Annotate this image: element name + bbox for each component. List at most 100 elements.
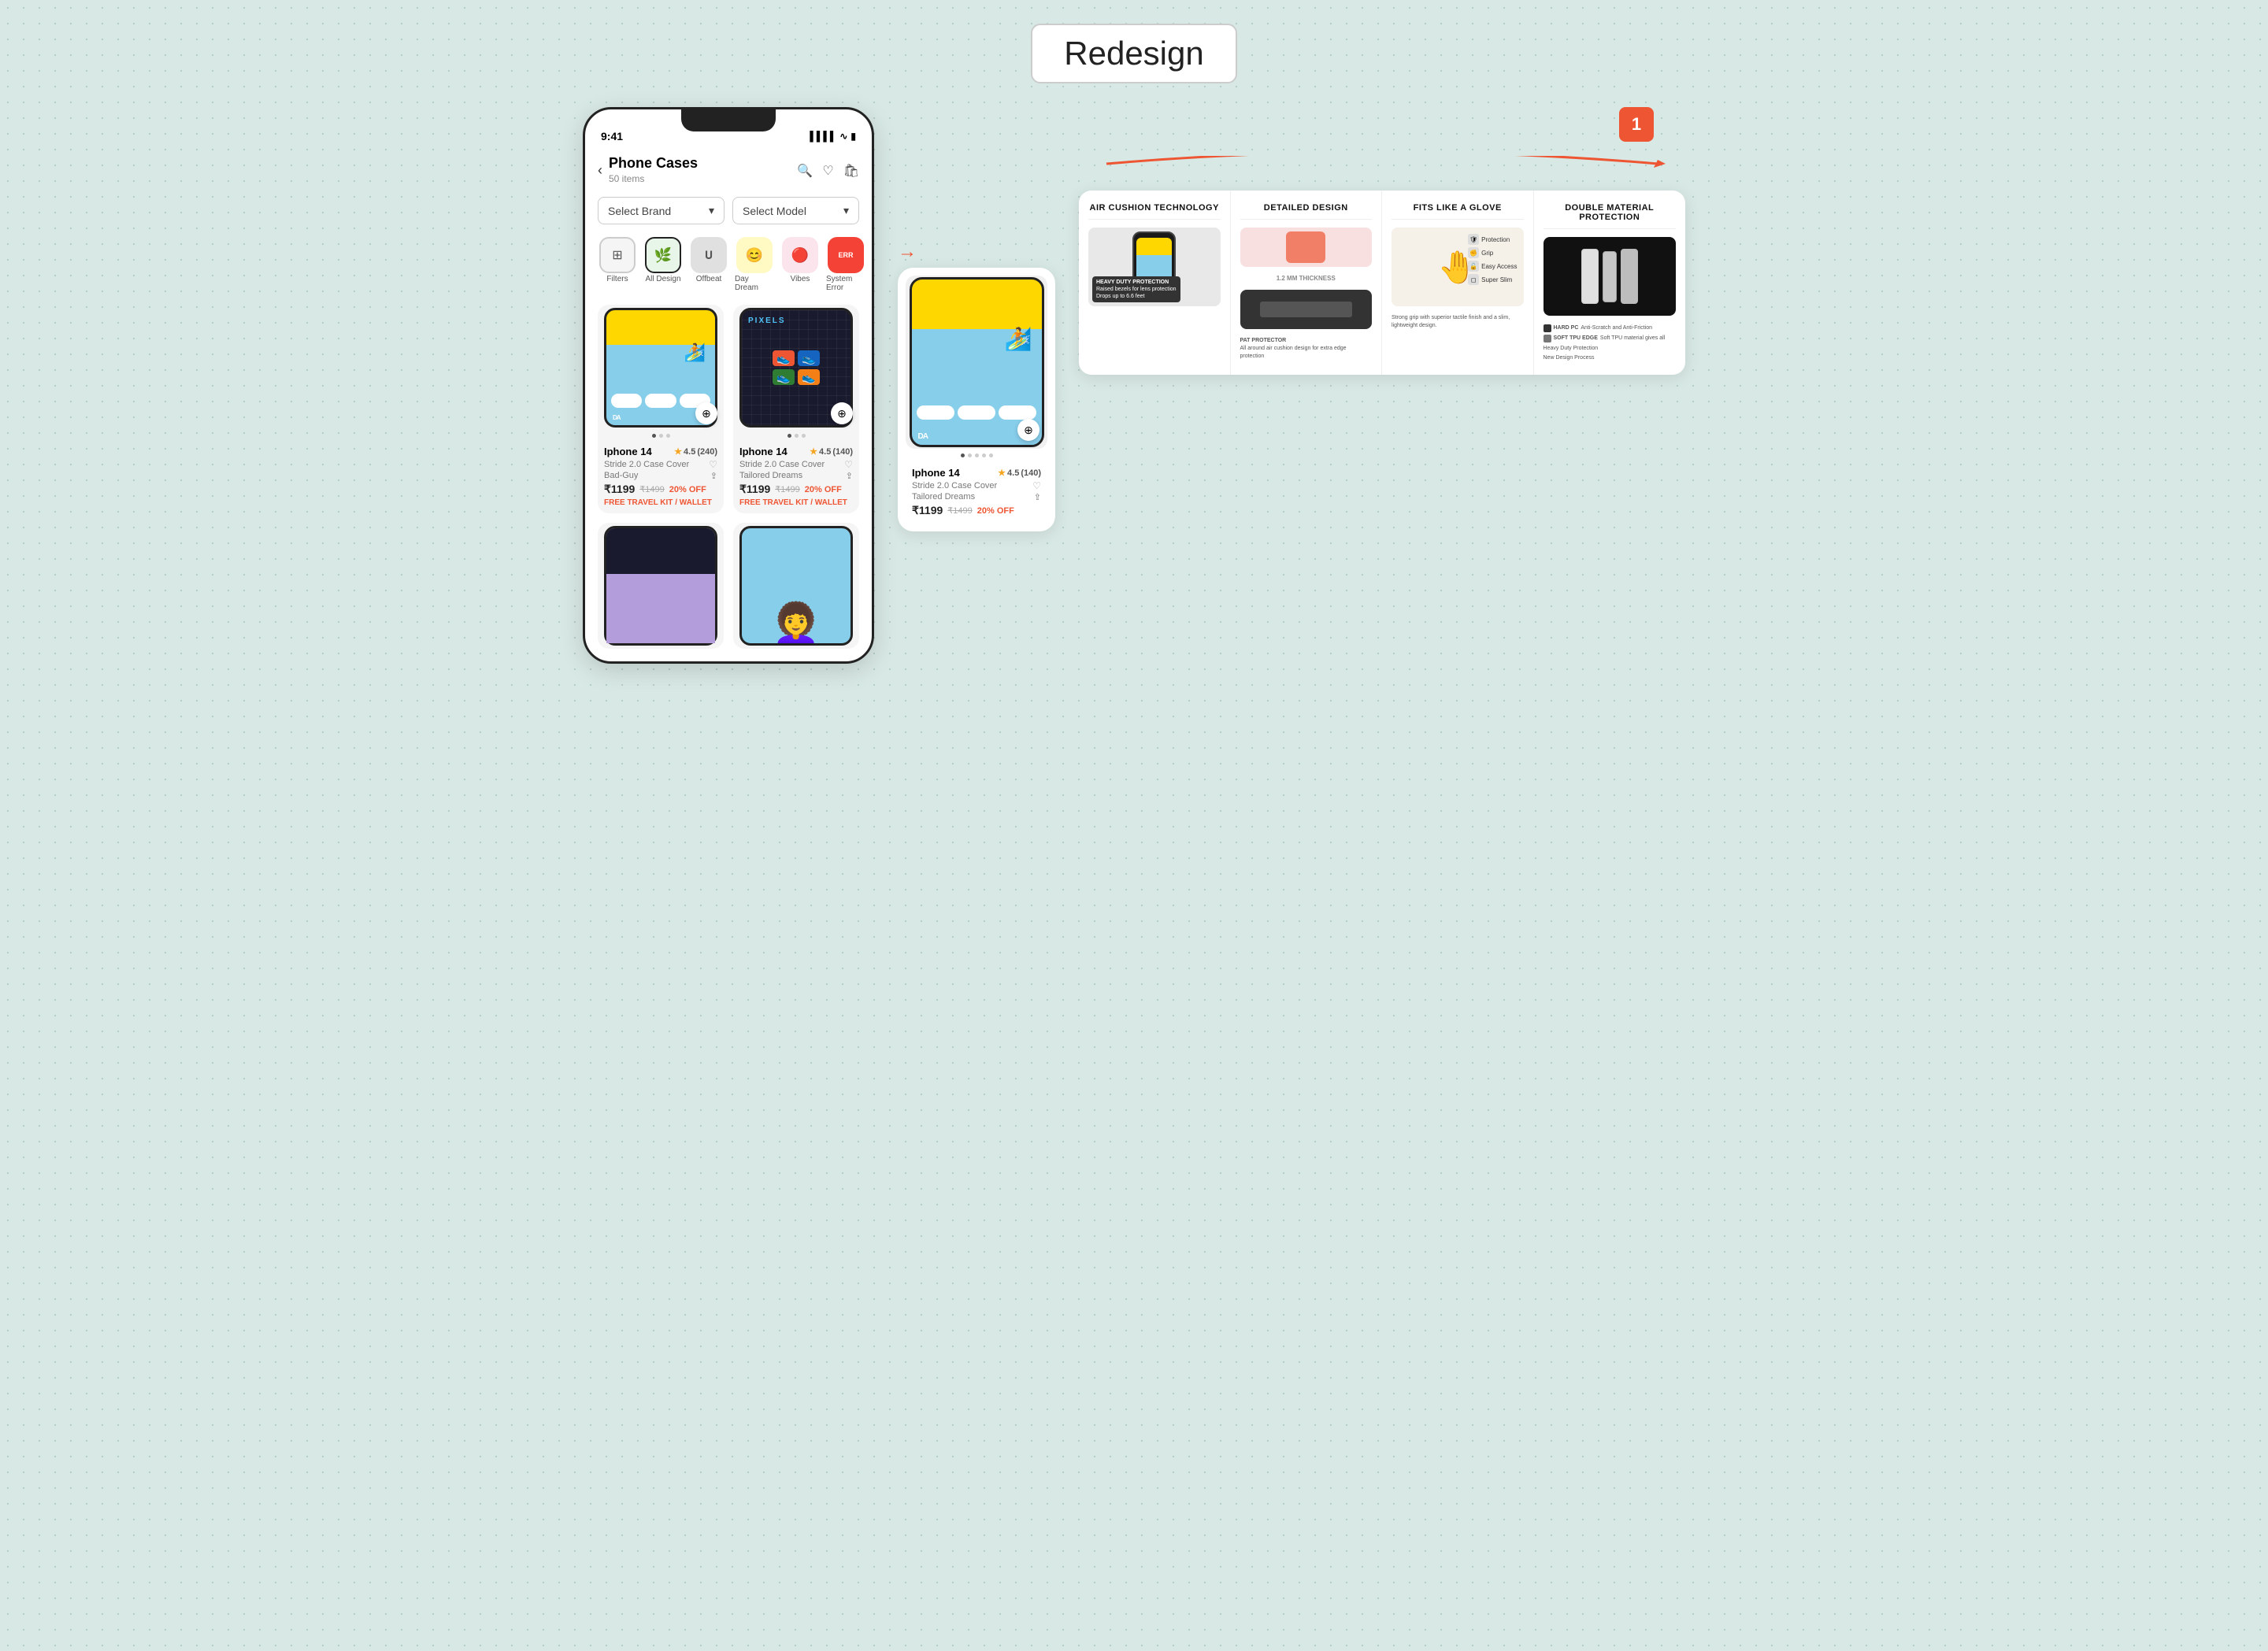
price-off-1: 20% OFF [669, 485, 706, 494]
feature-material-heading: DOUBLE MATERIAL PROTECTION [1544, 203, 1677, 229]
zoom-icon-1: ⊕ [702, 407, 711, 420]
grip-label: Grip [1481, 250, 1493, 257]
system-icon: ERR [838, 251, 853, 259]
selected-rating-value: 4.5 [1007, 468, 1019, 478]
product-card-2[interactable]: PIXELS 👟 👟 👟 👟 [733, 305, 859, 513]
heart-icon-2[interactable]: ♡ [844, 459, 853, 470]
page-title: Redesign [1064, 35, 1203, 72]
feat-grip: ✊ Grip [1468, 247, 1517, 258]
page-wrapper: Redesign 9:41 ▌▌▌▌ ∿ ▮ ‹ [24, 24, 2244, 664]
back-button[interactable]: ‹ [598, 162, 602, 179]
shoe-1: 👟 [773, 350, 795, 366]
price-orig-2: ₹1499 [775, 484, 799, 494]
feature-detailed-image2 [1240, 290, 1373, 329]
dot-indicators-2 [733, 431, 859, 441]
brand-name-1: Bad-Guy [604, 471, 638, 480]
selected-price: ₹1199 [912, 504, 943, 517]
product-card-3[interactable] [598, 523, 724, 649]
feat-air-detail2: Drops up to 6.6 feet [1096, 293, 1177, 300]
phone-header: ‹ Phone Cases 50 items 🔍 ♡ 🛍 [585, 147, 872, 191]
brand-chevron-icon: ▾ [709, 204, 714, 217]
header-action-icons: 🔍 ♡ 🛍 [797, 163, 859, 179]
feat-detail-img [1240, 228, 1373, 267]
feat-air-desc: HEAVY DUTY PROTECTION Raised bezels for … [1092, 276, 1180, 302]
filter-chip-vibes[interactable]: 🔴 Vibes [780, 237, 820, 292]
shoe-icon-2: 👟 [802, 352, 815, 365]
sel-dot-5 [989, 453, 993, 457]
phone-notch [681, 109, 776, 131]
filter-chips: ⊞ Filters 🌿 All Design 𝐔 Offbeat [585, 231, 872, 298]
layer-2 [1603, 251, 1617, 302]
zoom-button-2[interactable]: ⊕ [831, 402, 853, 424]
product-rating-1: ★ 4.5 (240) [674, 446, 717, 457]
protection-label: Protection [1481, 236, 1510, 243]
price-main-1: ₹1199 [604, 483, 635, 496]
filter-chip-filters[interactable]: ⊞ Filters [598, 237, 637, 292]
selected-rating: ★ 4.5 (140) [998, 468, 1041, 478]
selected-share-icon[interactable]: ⇪ [1034, 492, 1041, 502]
heart-icon-1[interactable]: ♡ [709, 459, 717, 470]
dot-1-3 [666, 434, 670, 438]
filter-chip-daydream[interactable]: 😊 Day Dream [735, 237, 774, 292]
wishlist-icon[interactable]: ♡ [822, 163, 833, 179]
dot-1-active [652, 434, 656, 438]
selected-da-logo: DA [918, 432, 928, 441]
filter-chip-all-design[interactable]: 🌿 All Design [643, 237, 683, 292]
selected-figure: 🏄 [1005, 326, 1032, 352]
selected-case-name: Stride 2.0 Case Cover [912, 481, 997, 490]
feature-fits-glove: FITS LIKE A GLOVE 🤚 🛡 Protection [1382, 191, 1534, 375]
share-icon-2[interactable]: ⇪ [846, 471, 853, 481]
rating-value-1: 4.5 [684, 447, 695, 457]
product-image-area-1: 🏄 DA ⊕ [598, 305, 724, 431]
time-display: 9:41 [601, 130, 623, 143]
feat-detail-shape [1286, 231, 1325, 263]
case-image-purple [604, 526, 717, 646]
protection-icon: 🛡 [1468, 234, 1479, 245]
feat-glove-desc: Strong grip with superior tactile finish… [1392, 314, 1524, 330]
filter-chip-offbeat[interactable]: 𝐔 Offbeat [689, 237, 728, 292]
star-icon-1: ★ [674, 446, 682, 457]
product-image-area-2: PIXELS 👟 👟 👟 👟 [733, 305, 859, 431]
dot-indicators-1 [598, 431, 724, 441]
da-brand-logo: DA [613, 414, 621, 421]
daydream-label: Day Dream [735, 275, 774, 292]
signal-icon: ▌▌▌▌ [810, 131, 836, 142]
cart-icon[interactable]: 🛍 [843, 163, 859, 179]
shoe-4: 👟 [798, 369, 820, 385]
selected-zoom-button[interactable]: ⊕ [1017, 419, 1040, 441]
grip-icon: ✊ [1468, 247, 1479, 258]
feat-detail-bar [1260, 302, 1352, 317]
purple-bottom [606, 574, 715, 643]
price-main-2: ₹1199 [739, 483, 770, 496]
product-card-1[interactable]: 🏄 DA ⊕ Iphone 14 [598, 305, 724, 513]
feat-material-img [1544, 237, 1677, 316]
pixels-text: PIXELS [748, 317, 786, 325]
brand-dropdown[interactable]: Select Brand ▾ [598, 197, 724, 224]
zoom-button-1[interactable]: ⊕ [695, 402, 717, 424]
selected-heart-icon[interactable]: ♡ [1032, 480, 1041, 491]
screen-title: Phone Cases [609, 155, 791, 172]
slim-icon: ◻ [1468, 274, 1479, 285]
feature-air-cushion-heading: AIR CUSHION TECHNOLOGY [1088, 203, 1221, 220]
selected-product-card[interactable]: 🏄 DA ⊕ Iphone 14 [898, 268, 1055, 531]
zoom-icon-2: ⊕ [837, 407, 847, 420]
features-grid: AIR CUSHION TECHNOLOGY HEAVY DUTY PROTEC… [1079, 191, 1685, 375]
hard-pc-desc: Anti-Scratch and Anti-Friction [1581, 324, 1652, 332]
filter-chip-system[interactable]: ERR System Error [826, 237, 865, 292]
case-name-1: Stride 2.0 Case Cover [604, 460, 689, 469]
feat-hard-pc: HARD PC Anti-Scratch and Anti-Friction [1544, 324, 1677, 332]
feat-protection: 🛡 Protection [1468, 234, 1517, 245]
feat-material-desc: HARD PC Anti-Scratch and Anti-Friction S… [1544, 324, 1677, 362]
product-image-area-4: 👩‍🦱 [733, 523, 859, 649]
feat-pat-title: PAT PROTECTOR [1240, 337, 1373, 345]
model-dropdown[interactable]: Select Model ▾ [732, 197, 859, 224]
hard-pc-icon [1544, 324, 1551, 332]
search-icon[interactable]: 🔍 [797, 163, 813, 179]
feature-air-cushion-image: HEAVY DUTY PROTECTION Raised bezels for … [1088, 228, 1221, 306]
share-icon-1[interactable]: ⇪ [710, 471, 717, 481]
product-card-4[interactable]: 👩‍🦱 [733, 523, 859, 649]
sel-cloud-2 [958, 405, 995, 420]
feature-detailed-design: DETAILED DESIGN 1.2 MM THICKNESS [1231, 191, 1383, 375]
arrow-row: → [898, 241, 917, 263]
selected-review-count: (140) [1021, 468, 1041, 478]
